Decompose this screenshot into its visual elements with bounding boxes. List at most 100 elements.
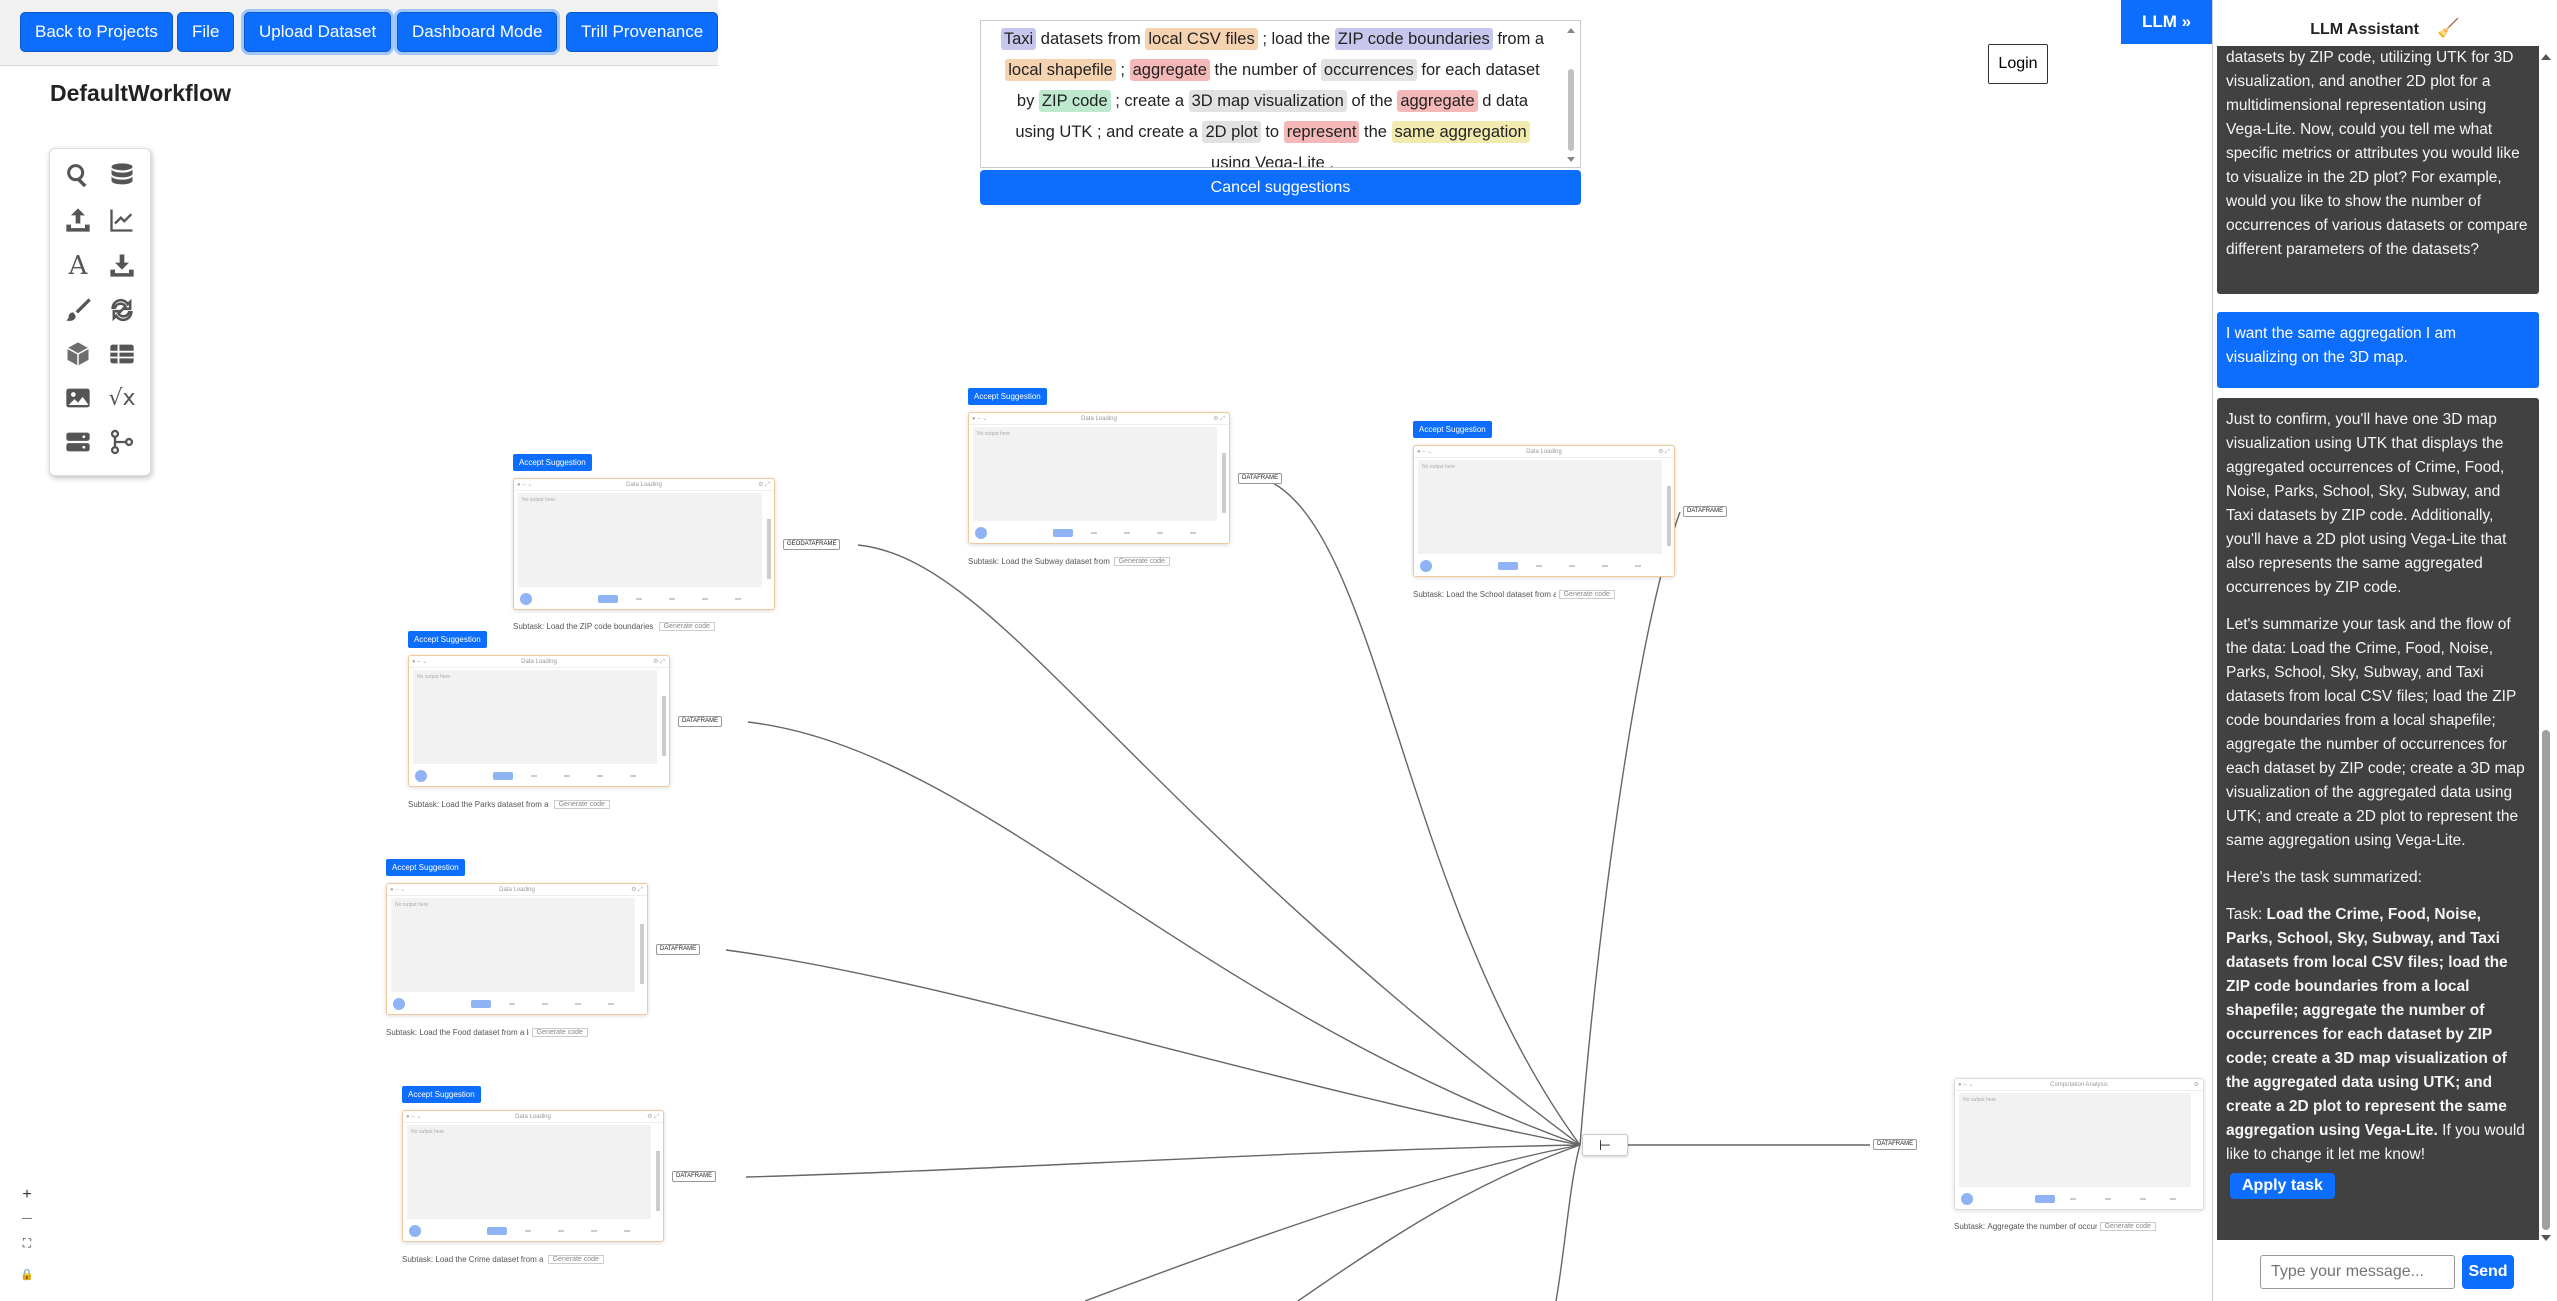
code-tab-icon[interactable]: [1498, 562, 1518, 570]
suggestion-token[interactable]: local CSV files: [1145, 28, 1258, 50]
subtask-input[interactable]: Load the ZIP code boundaries from a loca…: [546, 622, 656, 631]
subtask-input[interactable]: Load the Food dataset from a local CSV f…: [419, 1028, 529, 1037]
send-button[interactable]: Send: [2462, 1255, 2514, 1289]
play-icon[interactable]: [1961, 1193, 1973, 1205]
code-tab-icon[interactable]: [2035, 1195, 2055, 1203]
node-settings-icon[interactable]: ⚙ ⤢: [631, 884, 643, 896]
node-menu-icon[interactable]: ● – ⌄: [412, 656, 427, 668]
lock-button[interactable]: 🔒: [16, 1264, 38, 1286]
text-icon[interactable]: A: [63, 251, 93, 281]
database-icon[interactable]: [107, 161, 137, 191]
fit-view-button[interactable]: ⛶: [16, 1232, 38, 1254]
download-icon[interactable]: [107, 251, 137, 281]
suggestion-token[interactable]: 2D plot: [1202, 121, 1261, 143]
data-loading-node[interactable]: ● – ⌄ Data Loading ⚙ ⤢ No output here: [1413, 445, 1675, 577]
server-icon[interactable]: [63, 428, 93, 458]
generate-code-button[interactable]: Generate code: [1113, 557, 1170, 567]
suggestion-token[interactable]: Taxi: [1000, 28, 1037, 50]
code-tab-icon[interactable]: [1053, 529, 1073, 537]
chat-scrollbar[interactable]: [2540, 50, 2552, 1245]
node-settings-icon[interactable]: ⚙ ⤢: [1213, 413, 1225, 425]
node-menu-icon[interactable]: ● – ⌄: [1958, 1079, 1973, 1091]
node-resize-handle[interactable]: [1222, 453, 1226, 513]
merge-flow-node[interactable]: ⊢: [1582, 1134, 1628, 1156]
node-settings-icon[interactable]: ⚙ ⤢: [647, 1111, 659, 1123]
apply-task-button[interactable]: Apply task: [2230, 1173, 2335, 1199]
data-loading-node[interactable]: ● – ⌄ Data Loading ⚙ ⤢ No output here: [408, 655, 670, 787]
login-button[interactable]: Login: [1988, 44, 2048, 84]
data-loading-node[interactable]: ● – ⌄ Data Loading ⚙ ⤢ No output here: [968, 412, 1230, 544]
play-icon[interactable]: [393, 998, 405, 1010]
code-tab-icon[interactable]: [471, 1000, 491, 1008]
table-icon[interactable]: [107, 340, 137, 370]
data-loading-node[interactable]: ● – ⌄ Data Loading ⚙ ⤢ No output here: [402, 1110, 664, 1242]
subtask-input[interactable]: Load the Subway dataset from a local CSV…: [1001, 557, 1111, 566]
computation-analysis-node[interactable]: ● – ⌄ Computation Analysis ⚙ No output her…: [1954, 1078, 2204, 1210]
suggestion-token[interactable]: ZIP code boundaries: [1334, 28, 1493, 50]
output-type-select[interactable]: DATAFRAME: [672, 1171, 717, 1182]
accept-suggestion-button[interactable]: Accept Suggestion: [386, 859, 465, 876]
code-tab-icon[interactable]: [487, 1227, 507, 1235]
node-menu-icon[interactable]: ● – ⌄: [972, 413, 987, 425]
node-settings-icon[interactable]: ⚙: [2194, 1079, 2199, 1091]
generate-code-button[interactable]: Generate code: [1558, 590, 1615, 600]
llm-toggle-button[interactable]: LLM »: [2121, 0, 2212, 44]
generate-code-button[interactable]: Generate code: [531, 1028, 588, 1038]
input-type-select[interactable]: DATAFRAME: [1873, 1139, 1918, 1150]
node-settings-icon[interactable]: ⚙ ⤢: [653, 656, 665, 668]
upload-icon[interactable]: [63, 206, 93, 236]
generate-code-button[interactable]: Generate code: [547, 1255, 604, 1265]
generate-code-button[interactable]: Generate code: [2099, 1222, 2156, 1232]
suggestion-token[interactable]: ZIP code: [1038, 90, 1111, 112]
accept-suggestion-button[interactable]: Accept Suggestion: [513, 454, 592, 471]
chat-message-input[interactable]: [2260, 1255, 2455, 1289]
suggestion-token[interactable]: represent: [1283, 121, 1360, 143]
zoom-in-button[interactable]: +: [16, 1184, 38, 1206]
play-icon[interactable]: [409, 1225, 421, 1237]
suggestion-token[interactable]: 3D map visualization: [1188, 90, 1347, 112]
code-tab-icon[interactable]: [493, 772, 513, 780]
node-resize-handle[interactable]: [767, 519, 771, 579]
suggestion-token[interactable]: aggregate: [1129, 59, 1210, 81]
play-icon[interactable]: [1420, 560, 1432, 572]
output-type-select[interactable]: DATAFRAME: [1683, 506, 1728, 517]
cancel-suggestions-button[interactable]: Cancel suggestions: [980, 170, 1581, 205]
generate-code-button[interactable]: Generate code: [553, 800, 610, 810]
file-button[interactable]: File: [177, 12, 235, 52]
subtask-input[interactable]: Load the School dataset from a local CSV…: [1446, 590, 1556, 599]
zoom-out-button[interactable]: —: [16, 1208, 38, 1230]
play-icon[interactable]: [975, 527, 987, 539]
play-icon[interactable]: [520, 593, 532, 605]
accept-suggestion-button[interactable]: Accept Suggestion: [402, 1086, 481, 1103]
merge-flow-icon[interactable]: [107, 428, 137, 458]
suggestion-scrollbar[interactable]: [1566, 25, 1576, 165]
accept-suggestion-button[interactable]: Accept Suggestion: [408, 631, 487, 648]
search-data-icon[interactable]: [63, 161, 93, 191]
line-chart-icon[interactable]: [107, 206, 137, 236]
cube-icon[interactable]: [63, 340, 93, 370]
upload-dataset-button[interactable]: Upload Dataset: [244, 12, 392, 52]
subtask-input[interactable]: Load the Parks dataset from a local CSV …: [441, 800, 551, 809]
node-resize-handle[interactable]: [1667, 486, 1671, 546]
node-settings-icon[interactable]: ⚙ ⤢: [1658, 446, 1670, 458]
output-type-select[interactable]: DATAFRAME: [1238, 473, 1283, 484]
output-type-select[interactable]: DATAFRAME: [678, 716, 723, 727]
output-type-select[interactable]: GEODATAFRAME: [783, 539, 841, 550]
dashboard-mode-button[interactable]: Dashboard Mode: [397, 12, 558, 52]
node-menu-icon[interactable]: ● – ⌄: [1417, 446, 1432, 458]
brush-icon[interactable]: [63, 296, 93, 326]
broom-icon[interactable]: 🧹: [2437, 18, 2459, 38]
node-menu-icon[interactable]: ● – ⌄: [390, 884, 405, 896]
node-resize-handle[interactable]: [656, 1151, 660, 1211]
node-resize-handle[interactable]: [662, 696, 666, 756]
trill-provenance-button[interactable]: Trill Provenance: [566, 12, 719, 52]
node-settings-icon[interactable]: ⚙ ⤢: [758, 479, 770, 491]
loop-icon[interactable]: [107, 296, 137, 326]
chat-history[interactable]: visualization representing the aggregate…: [2217, 46, 2539, 1240]
data-loading-node[interactable]: ● – ⌄ Data Loading ⚙ ⤢ No output here: [513, 478, 775, 610]
suggestion-token[interactable]: local shapefile: [1005, 59, 1116, 81]
code-tab-icon[interactable]: [598, 595, 618, 603]
data-loading-node[interactable]: ● – ⌄ Data Loading ⚙ ⤢ No output here: [386, 883, 648, 1015]
suggestion-token[interactable]: aggregate: [1397, 90, 1478, 112]
accept-suggestion-button[interactable]: Accept Suggestion: [1413, 421, 1492, 438]
